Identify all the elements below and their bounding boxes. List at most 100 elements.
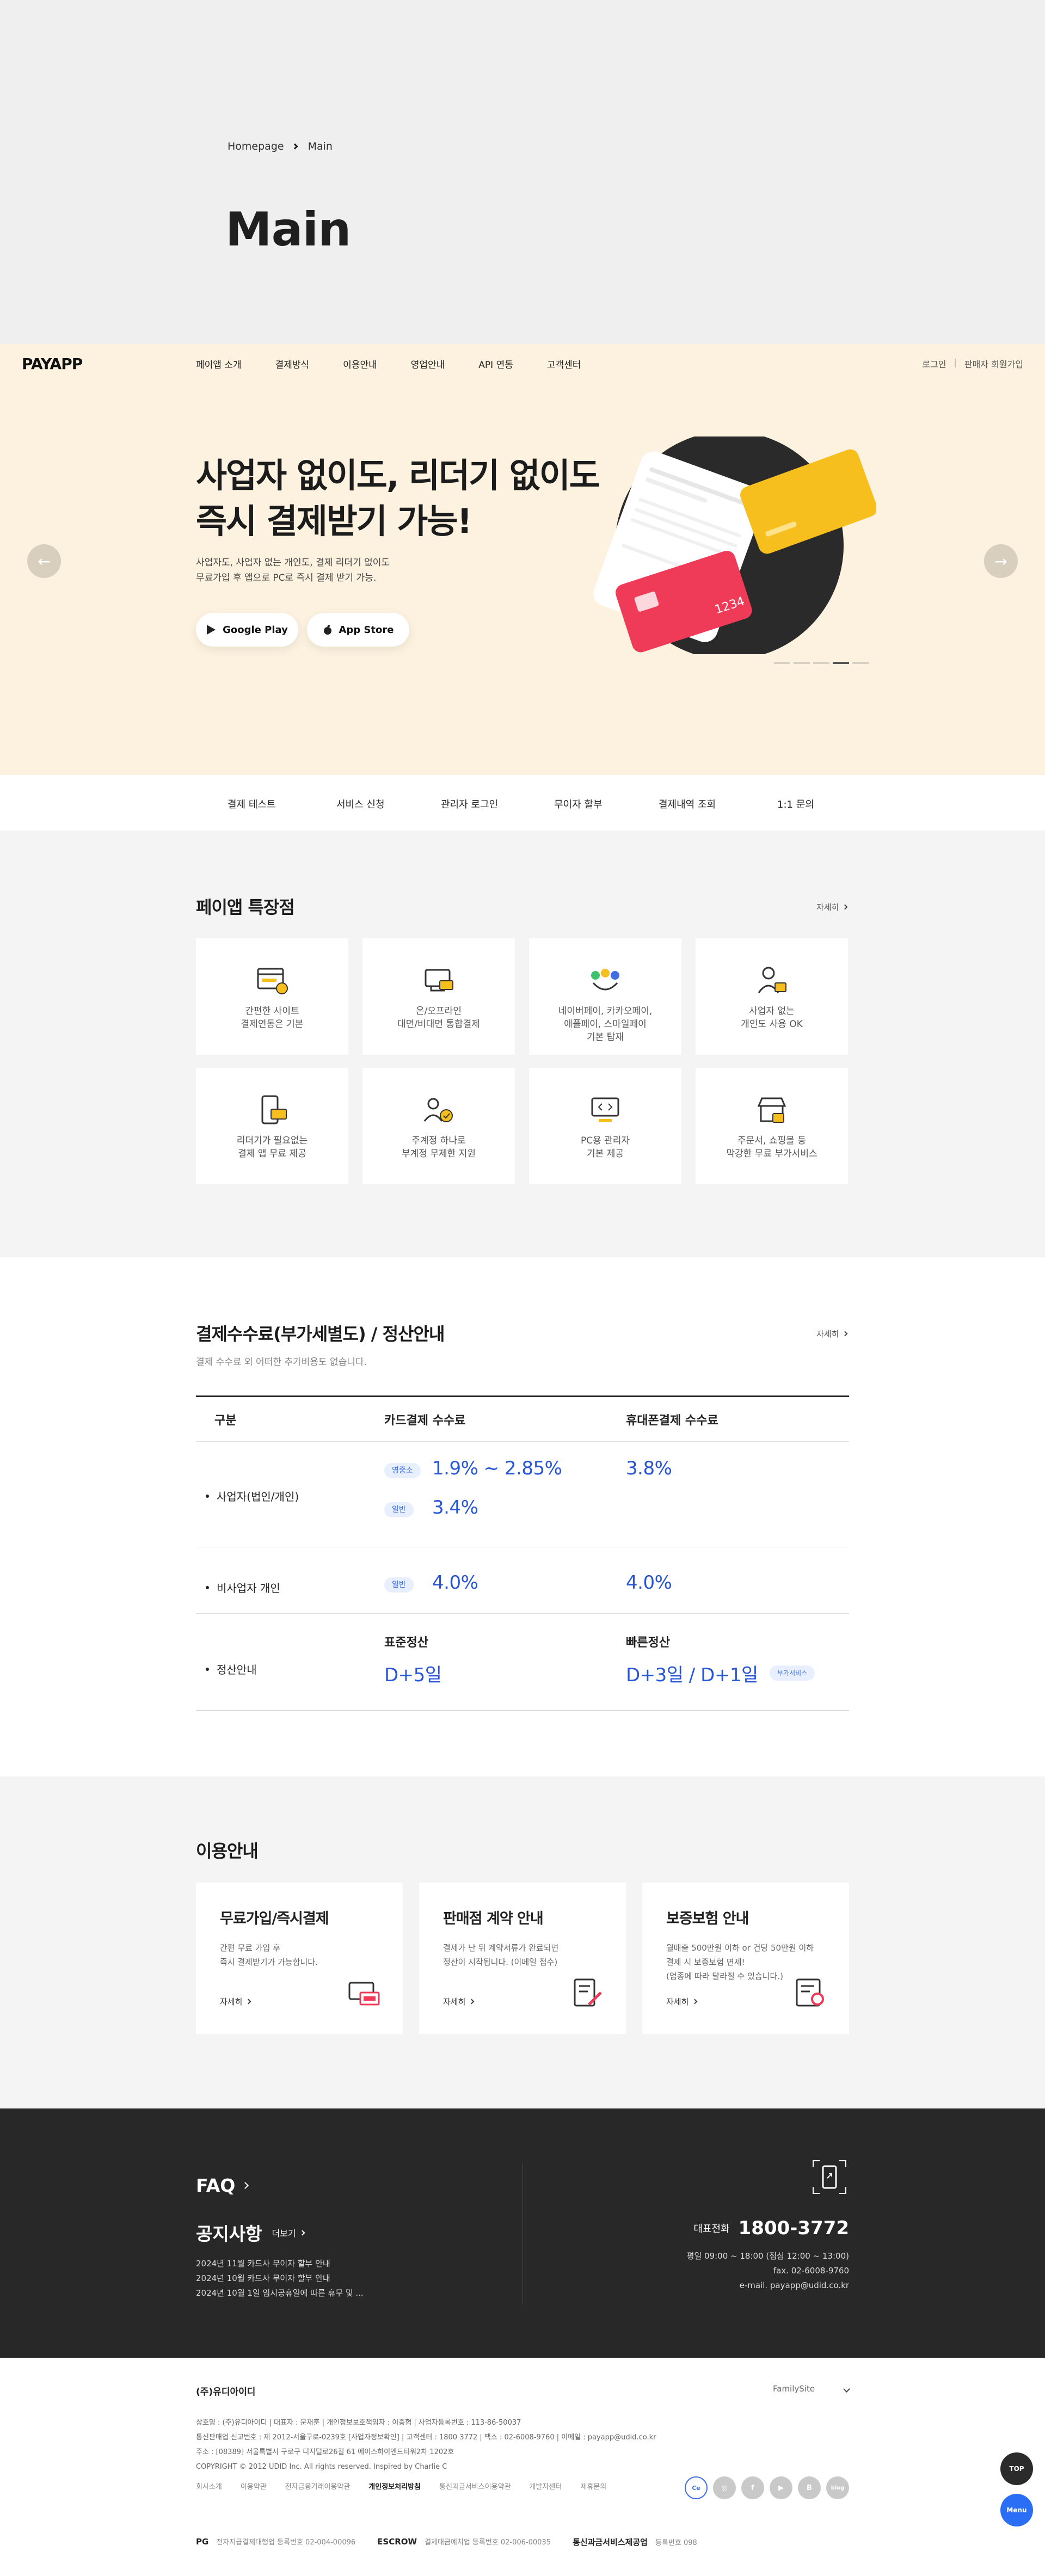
scroll-top-button[interactable]: TOP bbox=[1000, 2452, 1033, 2485]
feature-label-6: 주계정 하나로 부계정 무제한 지원 bbox=[402, 1135, 476, 1159]
feature-card-7[interactable]: PC용 관리자 기본 제공 bbox=[529, 1068, 681, 1184]
notice-item[interactable]: 2024년 10월 카드사 무이자 할부 안내 bbox=[196, 2271, 364, 2286]
divider bbox=[196, 1613, 849, 1614]
utility-links: 로그인 | 판매자 회원가입 bbox=[922, 357, 1023, 370]
notice-item[interactable]: 2024년 10월 1일 임시공휴일에 따른 휴무 및 ... bbox=[196, 2286, 364, 2301]
footer-link-developer[interactable]: 개발자센터 bbox=[530, 2481, 562, 2491]
slider-next-button[interactable]: → bbox=[984, 544, 1018, 578]
feature-card-1[interactable]: 간편한 사이트 결제연동은 기본 bbox=[196, 938, 348, 1055]
slide-dot-5[interactable] bbox=[852, 662, 869, 664]
footer-link-billing-terms[interactable]: 통신과금서비스이용약관 bbox=[439, 2481, 511, 2491]
family-site-select[interactable]: FamilySite bbox=[773, 2384, 850, 2394]
tag-small-business: 영중소 bbox=[384, 1463, 421, 1478]
payapp-logo[interactable]: PAYAPP bbox=[22, 355, 83, 373]
cert-text: 전자지급결제대행업 등록번호 02-004-00096 bbox=[216, 2538, 356, 2547]
instagram-icon[interactable]: ◎ bbox=[713, 2476, 736, 2499]
fee-more-link[interactable]: 자세히 bbox=[816, 1328, 848, 1339]
notice-item[interactable]: 2024년 11월 카드사 무이자 할부 안내 bbox=[196, 2257, 364, 2271]
multi-account-icon bbox=[423, 1098, 453, 1122]
quick-link-payment-test[interactable]: 결제 테스트 bbox=[228, 797, 276, 811]
features-title: 페이앱 특장점 bbox=[196, 897, 295, 918]
quick-link-payment-history[interactable]: 결제내역 조회 bbox=[659, 797, 716, 811]
hero-headline-line2: 즉시 결제받기 가능! bbox=[196, 501, 472, 541]
menu-item-sales[interactable]: 영업안내 bbox=[411, 357, 445, 371]
footer-company-name: (주)유디아이디 bbox=[196, 2387, 256, 2397]
cert-name: ESCROW bbox=[377, 2537, 417, 2547]
rate-phone-business: 3.8% bbox=[626, 1458, 672, 1479]
chevron-right-icon bbox=[299, 2230, 305, 2235]
feature-card-4[interactable]: 사업자 없는 개인도 사용 OK bbox=[696, 938, 848, 1055]
signup-link[interactable]: 판매자 회원가입 bbox=[964, 357, 1023, 370]
google-play-button[interactable]: Google Play bbox=[196, 613, 298, 647]
quick-link-inquiry[interactable]: 1:1 문의 bbox=[777, 797, 814, 811]
footer-link-partnership[interactable]: 제휴문의 bbox=[580, 2481, 606, 2491]
facebook-icon[interactable]: f bbox=[741, 2476, 764, 2499]
footer-link-about[interactable]: 회사소개 bbox=[196, 2481, 222, 2491]
usage-card-more-label: 자세히 bbox=[220, 1997, 243, 2007]
menu-item-intro[interactable]: 페이앱 소개 bbox=[196, 357, 242, 371]
company-address: 주소 : [08389] 서울특별시 구로구 디지털로26길 61 에이스하이엔… bbox=[196, 2448, 454, 2456]
usage-card-more-link[interactable]: 자세히 bbox=[666, 1996, 698, 2007]
slider-prev-button[interactable]: ← bbox=[27, 544, 61, 578]
usage-card-insurance[interactable]: 보증보험 안내 월매출 500만원 이하 or 건당 50만원 이하 결제 시 … bbox=[642, 1883, 849, 2034]
feature-card-3[interactable]: 네이버페이, 카카오페이, 애플페이, 스마일페이 기본 탑재 bbox=[529, 938, 681, 1055]
cert-escrow: ESCROW 결제대금예치업 등록번호 02-006-00035 bbox=[377, 2536, 551, 2548]
fee-more-label: 자세히 bbox=[816, 1329, 839, 1339]
rate-card-individual: 4.0% bbox=[432, 1572, 478, 1594]
menu-item-support[interactable]: 고객센터 bbox=[547, 357, 581, 371]
footer-link-terms[interactable]: 이용약관 bbox=[241, 2481, 267, 2491]
quick-link-interest-free[interactable]: 무이자 할부 bbox=[554, 797, 603, 811]
usage-section: 이용안내 무료가입/즉시결제 간편 무료 가입 후 즉시 결제받기가 가능합니다… bbox=[0, 1776, 1045, 2108]
notice-more-link[interactable]: 더보기 bbox=[272, 2226, 305, 2239]
quick-link-admin-login[interactable]: 관리자 로그인 bbox=[441, 797, 498, 811]
blog-icon[interactable]: blog bbox=[826, 2476, 849, 2499]
menu-item-usage[interactable]: 이용안내 bbox=[343, 357, 377, 371]
usage-card-title: 판매점 계약 안내 bbox=[443, 1910, 544, 1927]
pos-terminal-icon bbox=[425, 969, 453, 992]
faq-link[interactable]: FAQ bbox=[196, 2175, 249, 2196]
slider-pagination bbox=[774, 662, 869, 664]
features-more-link[interactable]: 자세히 bbox=[816, 901, 848, 913]
menu-item-payment-method[interactable]: 결제방식 bbox=[275, 357, 310, 371]
person-id-icon bbox=[758, 967, 786, 993]
shop-addon-icon bbox=[757, 1097, 786, 1123]
footer-link-privacy[interactable]: 개인정보처리방침 bbox=[368, 2481, 421, 2491]
footer-link-efinance-terms[interactable]: 전자금융거래이용약관 bbox=[285, 2481, 351, 2491]
call-number[interactable]: 1800-3772 bbox=[739, 2217, 849, 2239]
feature-card-2[interactable]: 온/오프라인 대면/비대면 통합결제 bbox=[362, 938, 515, 1055]
hero-desc-line2: 무료가입 후 앱으로 PC로 즉시 결제 받기 가능. bbox=[196, 573, 377, 583]
fax-number: fax. 02-6008-9760 bbox=[773, 2266, 849, 2276]
settle-label: 정산안내 bbox=[206, 1661, 257, 1677]
slide-dot-3[interactable] bbox=[813, 662, 829, 664]
hero-illustration: 1234 bbox=[593, 436, 876, 654]
menu-item-api[interactable]: API 연동 bbox=[478, 357, 513, 371]
feature-card-6[interactable]: 주계정 하나로 부계정 무제한 지원 bbox=[362, 1068, 515, 1184]
divider bbox=[196, 1441, 849, 1442]
blog-b-icon[interactable]: B bbox=[798, 2476, 821, 2499]
hero-banner: 사업자 없이도, 리더기 없이도 즉시 결제받기 가능! 사업자도, 사업자 없… bbox=[0, 382, 1045, 775]
slide-dot-4-active[interactable] bbox=[833, 662, 849, 664]
slide-dot-2[interactable] bbox=[794, 662, 810, 664]
usage-card-signup[interactable]: 무료가입/즉시결제 간편 무료 가입 후 즉시 결제받기가 가능합니다. 자세히 bbox=[196, 1883, 403, 2034]
hero-description: 사업자도, 사업자 없는 개인도, 결제 리더기 없이도 무료가입 후 앱으로 … bbox=[196, 555, 390, 586]
app-store-button[interactable]: App Store bbox=[307, 613, 409, 647]
slide-dot-1[interactable] bbox=[774, 662, 790, 664]
feature-card-8[interactable]: 주문서, 쇼핑몰 등 막강한 무료 부가서비스 bbox=[696, 1068, 848, 1184]
menu-button[interactable]: Menu bbox=[1000, 2494, 1033, 2526]
fee-header-phone: 휴대폰결제 수수료 bbox=[626, 1414, 718, 1428]
quick-link-service-apply[interactable]: 서비스 신청 bbox=[336, 797, 385, 811]
usage-card-contract[interactable]: 판매점 계약 안내 결제가 난 뒤 계약서류가 완료되면 정산이 시작됩니다. … bbox=[419, 1883, 626, 2034]
usage-card-more-link[interactable]: 자세히 bbox=[220, 1996, 251, 2007]
feature-label-1: 간편한 사이트 결제연동은 기본 bbox=[241, 1006, 304, 1030]
arrow-right-icon: → bbox=[994, 552, 1007, 570]
usage-card-more-link[interactable]: 자세히 bbox=[443, 1996, 475, 2007]
email-address[interactable]: e-mail. payapp@udid.co.kr bbox=[687, 2278, 849, 2293]
login-link[interactable]: 로그인 bbox=[922, 357, 946, 370]
fee-row-business-label: 사업자(법인/개인) bbox=[206, 1488, 299, 1504]
google-play-label: Google Play bbox=[223, 624, 288, 636]
breadcrumb-home-link[interactable]: Homepage bbox=[228, 140, 284, 152]
certification-badge-icon[interactable]: Ce bbox=[685, 2476, 708, 2499]
web-payment-icon bbox=[257, 968, 288, 994]
youtube-icon[interactable]: ▶ bbox=[770, 2476, 792, 2499]
feature-card-5[interactable]: 리더기가 필요없는 결제 앱 무료 제공 bbox=[196, 1068, 348, 1184]
